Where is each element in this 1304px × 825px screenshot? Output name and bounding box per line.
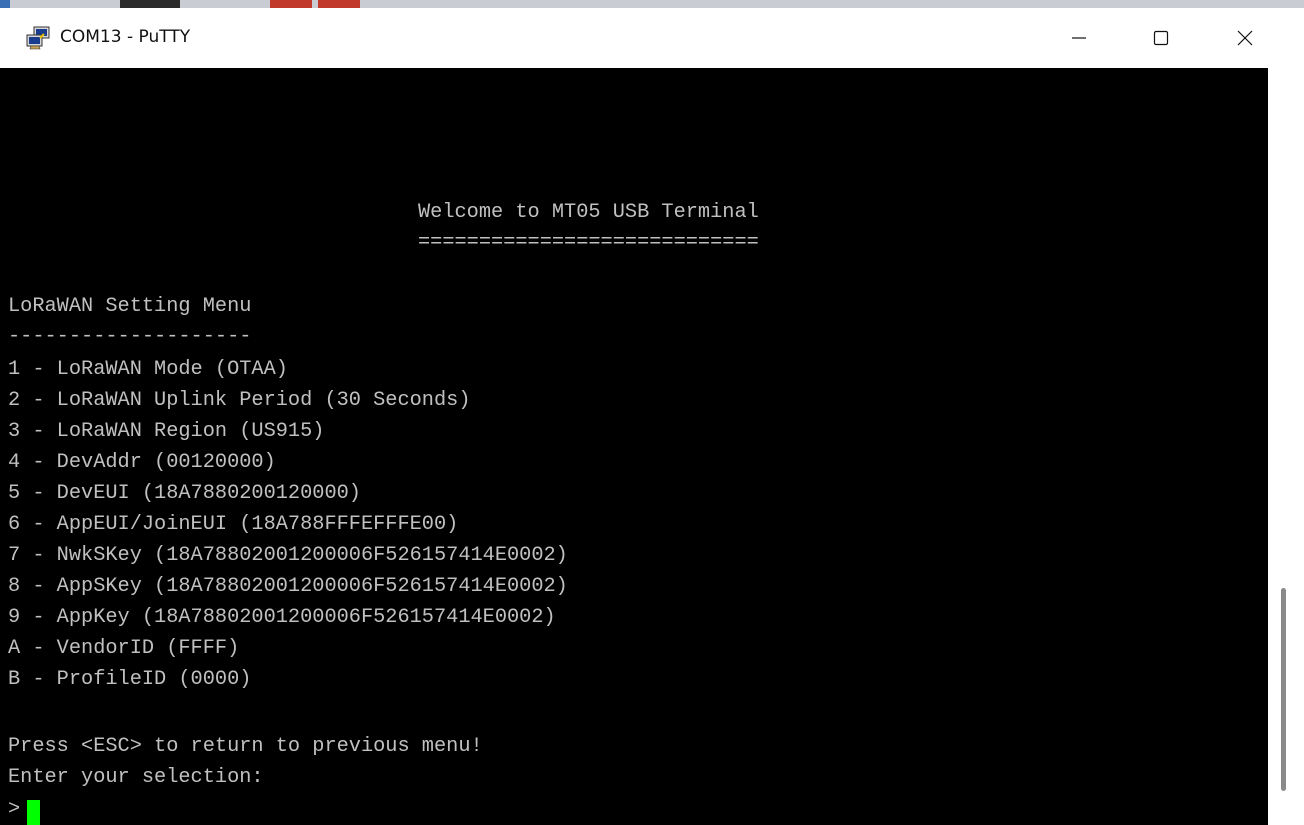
welcome-text: Welcome to MT05 USB Terminal	[418, 201, 759, 224]
title-bar[interactable]: COM13 - PuTTY	[0, 8, 1304, 68]
menu-item: A - VendorID (FFFF)	[8, 637, 240, 660]
menu-item: 4 - DevAddr (00120000)	[8, 451, 276, 474]
minimize-icon	[1072, 37, 1086, 39]
menu-title: LoRaWAN Setting Menu	[8, 295, 252, 318]
prompt-char: >	[8, 798, 21, 821]
menu-item: 1 - LoRaWAN Mode (OTAA)	[8, 358, 288, 381]
maximize-icon	[1153, 30, 1169, 46]
menu-item: 6 - AppEUI/JoinEUI (18A788FFFEFFFE00)	[8, 513, 459, 536]
menu-item: 8 - AppSKey (18A78802001200006F526157414…	[8, 575, 568, 598]
window-title: COM13 - PuTTY	[60, 27, 191, 47]
selection-prompt: Enter your selection:	[8, 766, 264, 789]
menu-item: B - ProfileID (0000)	[8, 668, 252, 691]
menu-item: 9 - AppKey (18A78802001200006F526157414E…	[8, 606, 556, 629]
taskbar-strip	[0, 0, 1304, 8]
text-cursor	[27, 800, 40, 825]
maximize-button[interactable]	[1129, 8, 1193, 68]
close-button[interactable]	[1213, 8, 1277, 68]
putty-icon[interactable]	[25, 26, 51, 50]
close-icon	[1237, 30, 1253, 46]
menu-item: 2 - LoRaWAN Uplink Period (30 Seconds)	[8, 389, 471, 412]
menu-underline: --------------------	[8, 325, 252, 348]
welcome-underline: ============================	[418, 231, 759, 254]
menu-item: 5 - DevEUI (18A7880200120000)	[8, 482, 361, 505]
vertical-scrollbar[interactable]	[1268, 68, 1304, 825]
esc-hint: Press <ESC> to return to previous menu!	[8, 735, 483, 758]
terminal-screen[interactable]: Welcome to MT05 USB Terminal ===========…	[8, 68, 1268, 825]
scrollbar-thumb[interactable]	[1281, 588, 1286, 791]
menu-item: 7 - NwkSKey (18A78802001200006F526157414…	[8, 544, 568, 567]
menu-item: 3 - LoRaWAN Region (US915)	[8, 420, 325, 443]
minimize-button[interactable]	[1047, 8, 1111, 68]
